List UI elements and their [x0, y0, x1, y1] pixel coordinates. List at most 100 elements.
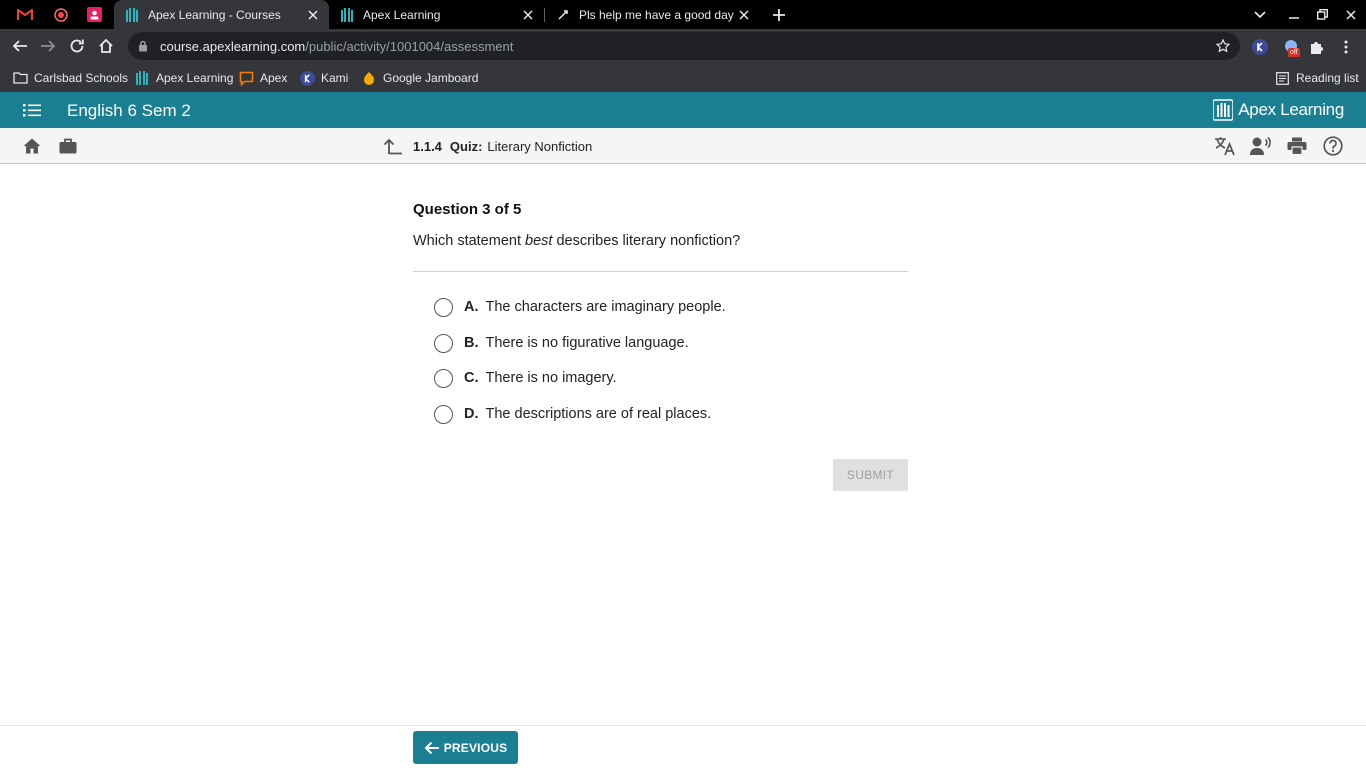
radio-button[interactable]	[434, 368, 453, 388]
tab-title: Pls help me have a good day th...	[579, 7, 734, 22]
radio-button[interactable]	[434, 333, 453, 353]
browser-tab-strip: Apex Learning - Courses Apex Learning Pl…	[0, 0, 1366, 29]
back-button[interactable]	[6, 32, 34, 60]
close-icon[interactable]	[518, 5, 538, 25]
restore-button[interactable]	[1307, 0, 1337, 29]
answer-choice-c[interactable]: C. There is no imagery.	[434, 367, 617, 389]
briefcase-icon	[59, 138, 77, 154]
minimize-icon	[1289, 16, 1299, 19]
list-menu-icon	[23, 103, 41, 116]
breadcrumb: 1.1.4 Quiz: Literary Nonfiction	[383, 137, 592, 155]
tab-search-button[interactable]	[1245, 0, 1275, 29]
previous-button[interactable]: PREVIOUS	[413, 731, 518, 764]
bookmark-label: Apex	[260, 71, 288, 85]
activity-number: 1.1.4	[413, 138, 442, 154]
course-title: English 6 Sem 2	[67, 101, 191, 120]
tab-apex-learning[interactable]: Apex Learning	[329, 0, 544, 29]
tab-apex-courses[interactable]: Apex Learning - Courses	[114, 0, 329, 29]
puzzle-icon	[1311, 42, 1323, 54]
minimize-button[interactable]	[1279, 0, 1309, 29]
pinned-tab-classroom[interactable]	[78, 0, 111, 29]
pinned-tab-record[interactable]	[44, 0, 77, 29]
home-icon	[99, 38, 113, 53]
bookmark-label: Apex Learning	[156, 71, 234, 85]
translate-icon	[1215, 137, 1235, 156]
question-header: Question 3 of 5	[413, 201, 522, 218]
choice-letter: D.	[464, 406, 479, 422]
forward-button[interactable]	[34, 32, 62, 60]
question-text-before: Which statement	[413, 233, 526, 249]
home-button[interactable]	[92, 32, 120, 60]
bookmark-label: Kami	[321, 71, 349, 85]
kami-extension-button[interactable]	[1250, 37, 1270, 57]
bookmark-apex-learning[interactable]: Apex Learning	[134, 68, 233, 88]
question-text: Which statement best describes literary …	[413, 233, 740, 249]
reading-list-label: Reading list	[1296, 71, 1359, 85]
page-footer: PREVIOUS	[0, 725, 1366, 768]
translate-button[interactable]	[1213, 134, 1237, 158]
pinned-tab-gmail[interactable]	[8, 0, 41, 29]
previous-label: PREVIOUS	[443, 740, 508, 755]
home-icon	[23, 138, 41, 154]
apex-logo-icon	[1213, 99, 1234, 121]
more-vertical-icon	[1344, 40, 1348, 54]
restore-icon	[1316, 9, 1328, 20]
print-button[interactable]	[1285, 134, 1309, 158]
radio-button[interactable]	[434, 404, 453, 424]
answer-choice-d[interactable]: D. The descriptions are of real places.	[434, 403, 711, 425]
arrow-left-icon	[12, 40, 27, 52]
apex-icon	[339, 7, 355, 23]
choice-letter: A.	[464, 299, 479, 315]
bookmark-google-jamboard[interactable]: Google Jamboard	[361, 68, 478, 88]
choice-letter: C.	[464, 370, 479, 386]
close-icon[interactable]	[734, 5, 754, 25]
bookmark-star-icon[interactable]	[1215, 38, 1231, 58]
reading-list-button[interactable]: Reading list	[1274, 68, 1359, 88]
address-bar[interactable]: course.apexlearning.com/public/activity/…	[128, 32, 1240, 60]
choice-letter: B.	[464, 335, 479, 351]
answer-choice-a[interactable]: A. The characters are imaginary people.	[434, 296, 726, 318]
radio-button[interactable]	[434, 297, 453, 317]
up-arrow-icon[interactable]	[383, 137, 403, 155]
reading-list-icon	[1274, 70, 1290, 86]
read-aloud-button[interactable]	[1249, 134, 1273, 158]
printer-icon	[1287, 137, 1307, 155]
help-icon	[1323, 136, 1343, 156]
speaker-icon	[1250, 136, 1271, 155]
browser-menu-button[interactable]	[1336, 37, 1356, 57]
choice-text: The characters are imaginary people.	[485, 299, 726, 315]
close-icon	[1346, 9, 1356, 20]
course-menu-button[interactable]	[20, 100, 44, 120]
brainly-icon	[555, 7, 571, 23]
help-button[interactable]	[1321, 134, 1345, 158]
portfolio-button[interactable]	[56, 134, 80, 158]
choice-text: There is no figurative language.	[485, 335, 689, 351]
bookmark-apex[interactable]: Apex	[238, 68, 287, 88]
bookmark-kami[interactable]: Kami	[299, 68, 348, 88]
activity-title: Literary Nonfiction	[487, 138, 593, 154]
close-window-button[interactable]	[1336, 0, 1366, 29]
chat-icon	[238, 70, 254, 86]
new-tab-button[interactable]	[764, 0, 794, 29]
arrow-left-icon	[424, 741, 439, 754]
question-text-emphasis: best	[525, 233, 553, 249]
reload-icon	[70, 39, 84, 53]
extensions-button[interactable]	[1307, 37, 1327, 57]
reload-button[interactable]	[63, 32, 91, 60]
bookmark-label: Google Jamboard	[383, 71, 479, 85]
tab-brainly[interactable]: Pls help me have a good day th...	[545, 0, 760, 29]
plus-icon	[773, 8, 785, 21]
answer-choice-b[interactable]: B. There is no figurative language.	[434, 332, 689, 354]
gmail-icon	[16, 8, 33, 20]
arrow-right-icon	[41, 40, 56, 52]
apex-learning-logo: Apex Learning	[1213, 98, 1344, 122]
bookmarks-bar: Carlsbad Schools Apex Learning Apex Kami…	[0, 64, 1366, 92]
url-path: /public/activity/1001004/assessment	[305, 38, 514, 54]
bookmark-carlsbad-schools[interactable]: Carlsbad Schools	[12, 68, 128, 88]
tab-title: Apex Learning	[363, 7, 441, 22]
question-divider	[413, 271, 908, 272]
submit-button[interactable]: SUBMIT	[833, 459, 908, 491]
home-button[interactable]	[20, 134, 44, 158]
off-extension-button[interactable]: off	[1281, 37, 1301, 57]
close-icon[interactable]	[303, 5, 323, 25]
